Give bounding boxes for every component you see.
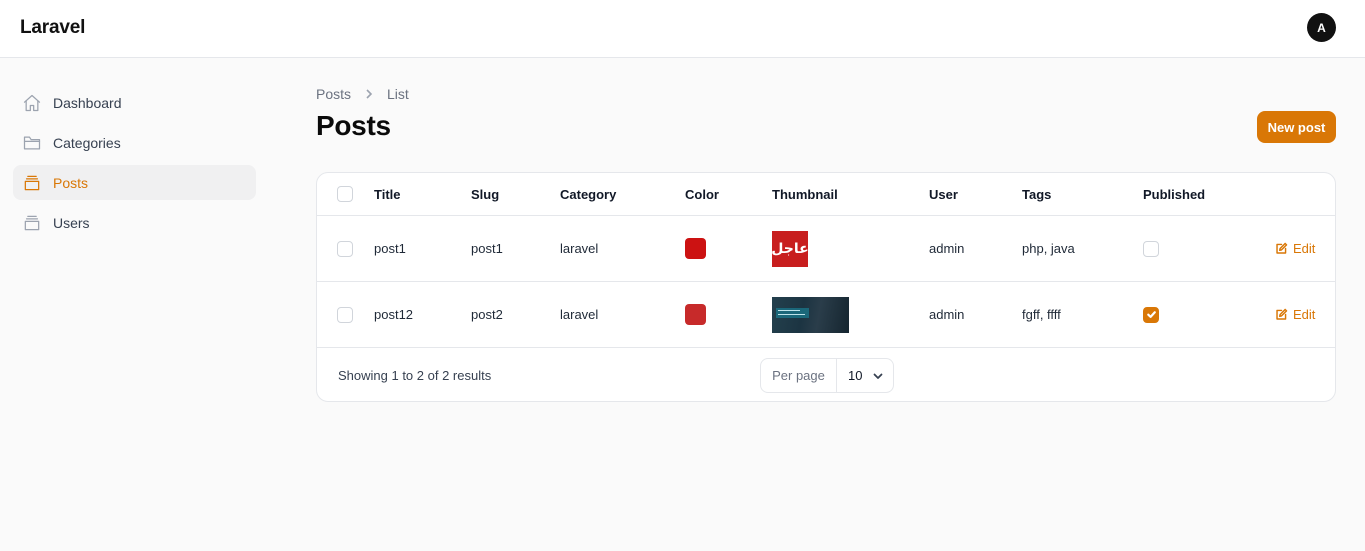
per-page-value: 10: [848, 368, 863, 383]
brand-logo[interactable]: Laravel: [20, 17, 85, 39]
collection-icon: [22, 173, 42, 193]
row-checkbox[interactable]: [337, 306, 353, 323]
row-select-cell: [337, 282, 353, 347]
cell-title: post1: [374, 241, 406, 256]
cell-color: [685, 282, 706, 347]
new-post-button[interactable]: New post: [1257, 111, 1336, 143]
cell-tags: fgff, ffff: [1022, 307, 1061, 322]
color-swatch: [685, 238, 706, 259]
table-row: post12 post2 laravel admin fgff, ffff Ed…: [317, 282, 1335, 348]
table-row: post1 post1 laravel عاجل admin php, java…: [317, 216, 1335, 282]
breadcrumb: Posts List: [316, 86, 409, 102]
sidebar: Dashboard Categories Posts Users: [13, 85, 256, 245]
column-header-tags[interactable]: Tags: [1022, 173, 1051, 215]
cell-user: admin: [929, 307, 965, 322]
sidebar-item-label: Posts: [53, 174, 89, 191]
cell-published: [1143, 282, 1159, 347]
column-header-slug[interactable]: Slug: [471, 173, 499, 215]
home-icon: [22, 93, 42, 113]
user-avatar[interactable]: A: [1307, 13, 1336, 42]
check-icon: [1146, 311, 1156, 318]
sidebar-item-categories[interactable]: Categories: [13, 125, 256, 160]
collection-icon: [22, 213, 42, 233]
published-checkbox[interactable]: [1143, 306, 1159, 323]
cell-category: laravel: [560, 307, 599, 322]
cell-slug: post1: [471, 241, 503, 256]
cell-user: admin: [929, 241, 965, 256]
sidebar-item-label: Dashboard: [53, 94, 122, 111]
per-page-control: Per page 10: [760, 358, 894, 393]
published-checkbox[interactable]: [1143, 240, 1159, 257]
select-all-checkbox[interactable]: [337, 186, 353, 202]
folder-icon: [22, 133, 42, 153]
chevron-down-icon: [874, 373, 883, 379]
column-header-category[interactable]: Category: [560, 173, 616, 215]
row-checkbox[interactable]: [337, 240, 353, 257]
table-header: Title Slug Category Color Thumbnail User…: [317, 173, 1335, 216]
cell-tags: php, java: [1022, 241, 1075, 256]
thumbnail-image: عاجل: [771, 230, 809, 267]
sidebar-item-users[interactable]: Users: [13, 205, 256, 240]
sidebar-item-dashboard[interactable]: Dashboard: [13, 85, 256, 120]
sidebar-item-label: Categories: [53, 134, 121, 151]
pagination-summary: Showing 1 to 2 of 2 results: [338, 368, 492, 383]
thumbnail-image: [772, 296, 849, 333]
select-all-cell: [337, 173, 353, 215]
sidebar-item-posts[interactable]: Posts: [13, 165, 256, 200]
cell-published: [1143, 216, 1159, 281]
column-header-color[interactable]: Color: [685, 173, 719, 215]
page-title: Posts: [316, 110, 391, 141]
cell-thumbnail: [772, 282, 849, 347]
cell-thumbnail: عاجل: [771, 216, 809, 281]
posts-table: Title Slug Category Color Thumbnail User…: [316, 172, 1336, 402]
per-page-label: Per page: [761, 359, 837, 392]
cell-title: post12: [374, 307, 414, 322]
row-select-cell: [337, 216, 353, 281]
edit-button[interactable]: Edit: [1275, 241, 1315, 256]
edit-icon: [1276, 308, 1288, 320]
cell-color: [685, 216, 706, 281]
column-header-thumbnail[interactable]: Thumbnail: [772, 173, 838, 215]
chevron-right-icon: [363, 88, 375, 100]
per-page-select[interactable]: 10: [837, 359, 893, 392]
column-header-user[interactable]: User: [929, 173, 958, 215]
cell-category: laravel: [560, 241, 599, 256]
sidebar-item-label: Users: [53, 214, 90, 231]
edit-button[interactable]: Edit: [1275, 307, 1315, 322]
edit-label: Edit: [1293, 241, 1316, 256]
column-header-published[interactable]: Published: [1143, 173, 1205, 215]
breadcrumb-current: List: [387, 86, 409, 102]
cell-slug: post2: [471, 307, 503, 322]
cell-actions: Edit: [1275, 282, 1315, 347]
breadcrumb-parent-link[interactable]: Posts: [316, 86, 351, 102]
cell-actions: Edit: [1275, 216, 1315, 281]
edit-icon: [1276, 242, 1288, 254]
top-navbar: Laravel A: [0, 0, 1365, 58]
column-header-title[interactable]: Title: [374, 173, 401, 215]
color-swatch: [685, 304, 706, 325]
edit-label: Edit: [1293, 307, 1316, 322]
